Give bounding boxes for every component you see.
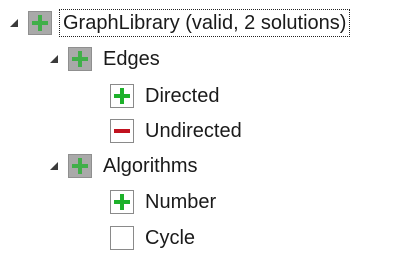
tree-node-algorithms[interactable]: Algorithms [50,150,200,182]
tree-node-number[interactable]: Number [110,186,219,218]
expand-collapse-algorithms-icon[interactable] [50,162,58,170]
number-label[interactable]: Number [142,189,219,215]
algorithms-label[interactable]: Algorithms [100,153,200,179]
root-checkbox[interactable] [28,11,52,35]
tree-node-cycle[interactable]: Cycle [110,222,198,254]
expand-collapse-root-icon[interactable] [10,19,18,27]
feature-tree: GraphLibrary (valid, 2 solutions) Edges … [0,0,417,253]
partial-plus-icon [69,155,91,177]
number-checkbox[interactable] [110,190,134,214]
undirected-label[interactable]: Undirected [142,118,245,144]
edges-label[interactable]: Edges [100,46,163,72]
cycle-checkbox[interactable] [110,226,134,250]
undirected-checkbox[interactable] [110,119,134,143]
expand-collapse-edges-icon[interactable] [50,55,58,63]
partial-plus-icon [69,48,91,70]
minus-icon [111,120,133,142]
algorithms-checkbox[interactable] [68,154,92,178]
tree-node-root[interactable]: GraphLibrary (valid, 2 solutions) [10,7,351,39]
directed-checkbox[interactable] [110,84,134,108]
plus-icon [111,191,133,213]
edges-checkbox[interactable] [68,47,92,71]
cycle-label[interactable]: Cycle [142,225,198,251]
tree-node-edges[interactable]: Edges [50,43,163,75]
tree-node-directed[interactable]: Directed [110,80,222,112]
plus-icon [111,85,133,107]
partial-plus-icon [29,12,51,34]
root-label[interactable]: GraphLibrary (valid, 2 solutions) [58,9,351,37]
directed-label[interactable]: Directed [142,83,222,109]
tree-node-undirected[interactable]: Undirected [110,115,245,147]
